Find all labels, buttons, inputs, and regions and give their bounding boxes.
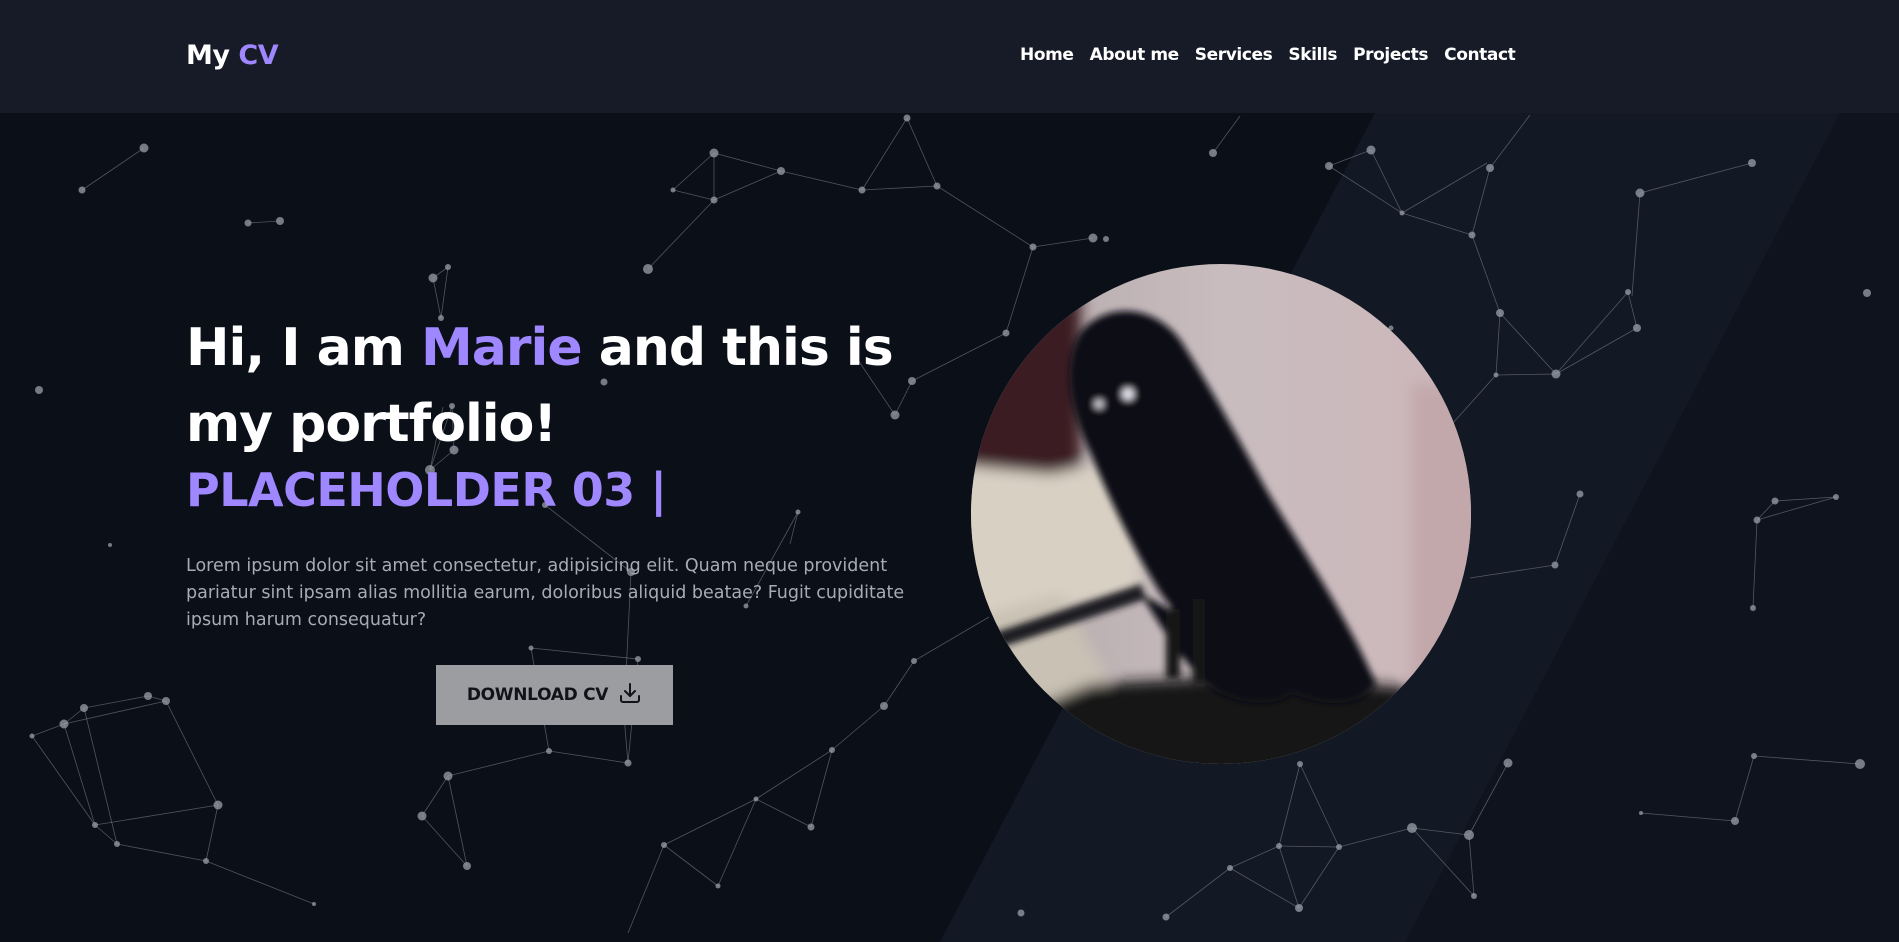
hero-title: Hi, I am Marie and this is my portfolio! xyxy=(186,310,946,462)
logo[interactable]: My CV xyxy=(186,40,279,71)
particle-network xyxy=(29,114,1871,934)
title-intro: Hi, I am xyxy=(186,318,405,378)
hero-section: Hi, I am Marie and this is my portfolio!… xyxy=(0,113,1899,942)
hero-description: Lorem ipsum dolor sit amet consectetur, … xyxy=(186,556,905,630)
logo-prefix: My xyxy=(186,40,230,71)
main-nav: Home About me Services Skills Projects C… xyxy=(1020,45,1516,65)
nav-projects[interactable]: Projects xyxy=(1353,45,1428,65)
site-header: My CV Home About me Services Skills Proj… xyxy=(0,0,1899,113)
nav-services[interactable]: Services xyxy=(1195,45,1273,65)
nav-home[interactable]: Home xyxy=(1020,45,1074,65)
nav-about-me[interactable]: About me xyxy=(1090,45,1180,65)
title-name: Marie xyxy=(421,318,583,378)
logo-accent: CV xyxy=(238,40,279,71)
typed-subtitle: PLACEHOLDER 03 | xyxy=(186,463,667,517)
download-icon xyxy=(618,681,642,710)
nav-contact[interactable]: Contact xyxy=(1444,45,1516,65)
profile-photo xyxy=(971,264,1471,764)
download-cv-label: DOWNLOAD CV xyxy=(466,685,609,705)
download-cv-button[interactable]: DOWNLOAD CV xyxy=(436,665,673,725)
nav-skills[interactable]: Skills xyxy=(1288,45,1337,65)
